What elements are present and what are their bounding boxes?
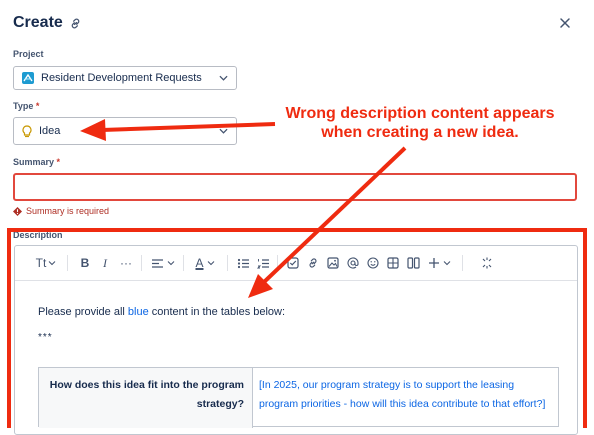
summary-input[interactable] [13, 173, 577, 201]
error-icon [13, 206, 22, 216]
project-select[interactable]: Resident Development Requests [13, 66, 237, 90]
summary-label-text: Summary [13, 157, 55, 167]
type-select[interactable]: Idea [13, 117, 237, 145]
close-icon[interactable] [558, 16, 572, 30]
lightbulb-icon [22, 124, 32, 137]
dialog-title: Create [13, 14, 63, 31]
project-icon [22, 72, 34, 84]
project-label: Project [13, 49, 44, 59]
summary-label: Summary * [13, 157, 60, 167]
type-label-text: Type [13, 101, 34, 111]
project-value: Resident Development Requests [41, 72, 202, 84]
type-value: Idea [39, 125, 61, 137]
summary-error: Summary is required [13, 206, 109, 216]
annotation-text: Wrong description content appears when c… [285, 105, 555, 141]
chevron-down-icon [219, 128, 228, 134]
link-icon[interactable] [69, 17, 82, 30]
type-label: Type * [13, 101, 39, 111]
summary-error-text: Summary is required [26, 206, 110, 216]
required-marker: * [56, 157, 61, 167]
annotation-highlight-box [7, 228, 587, 428]
chevron-down-icon [219, 75, 228, 81]
required-marker: * [35, 101, 40, 111]
